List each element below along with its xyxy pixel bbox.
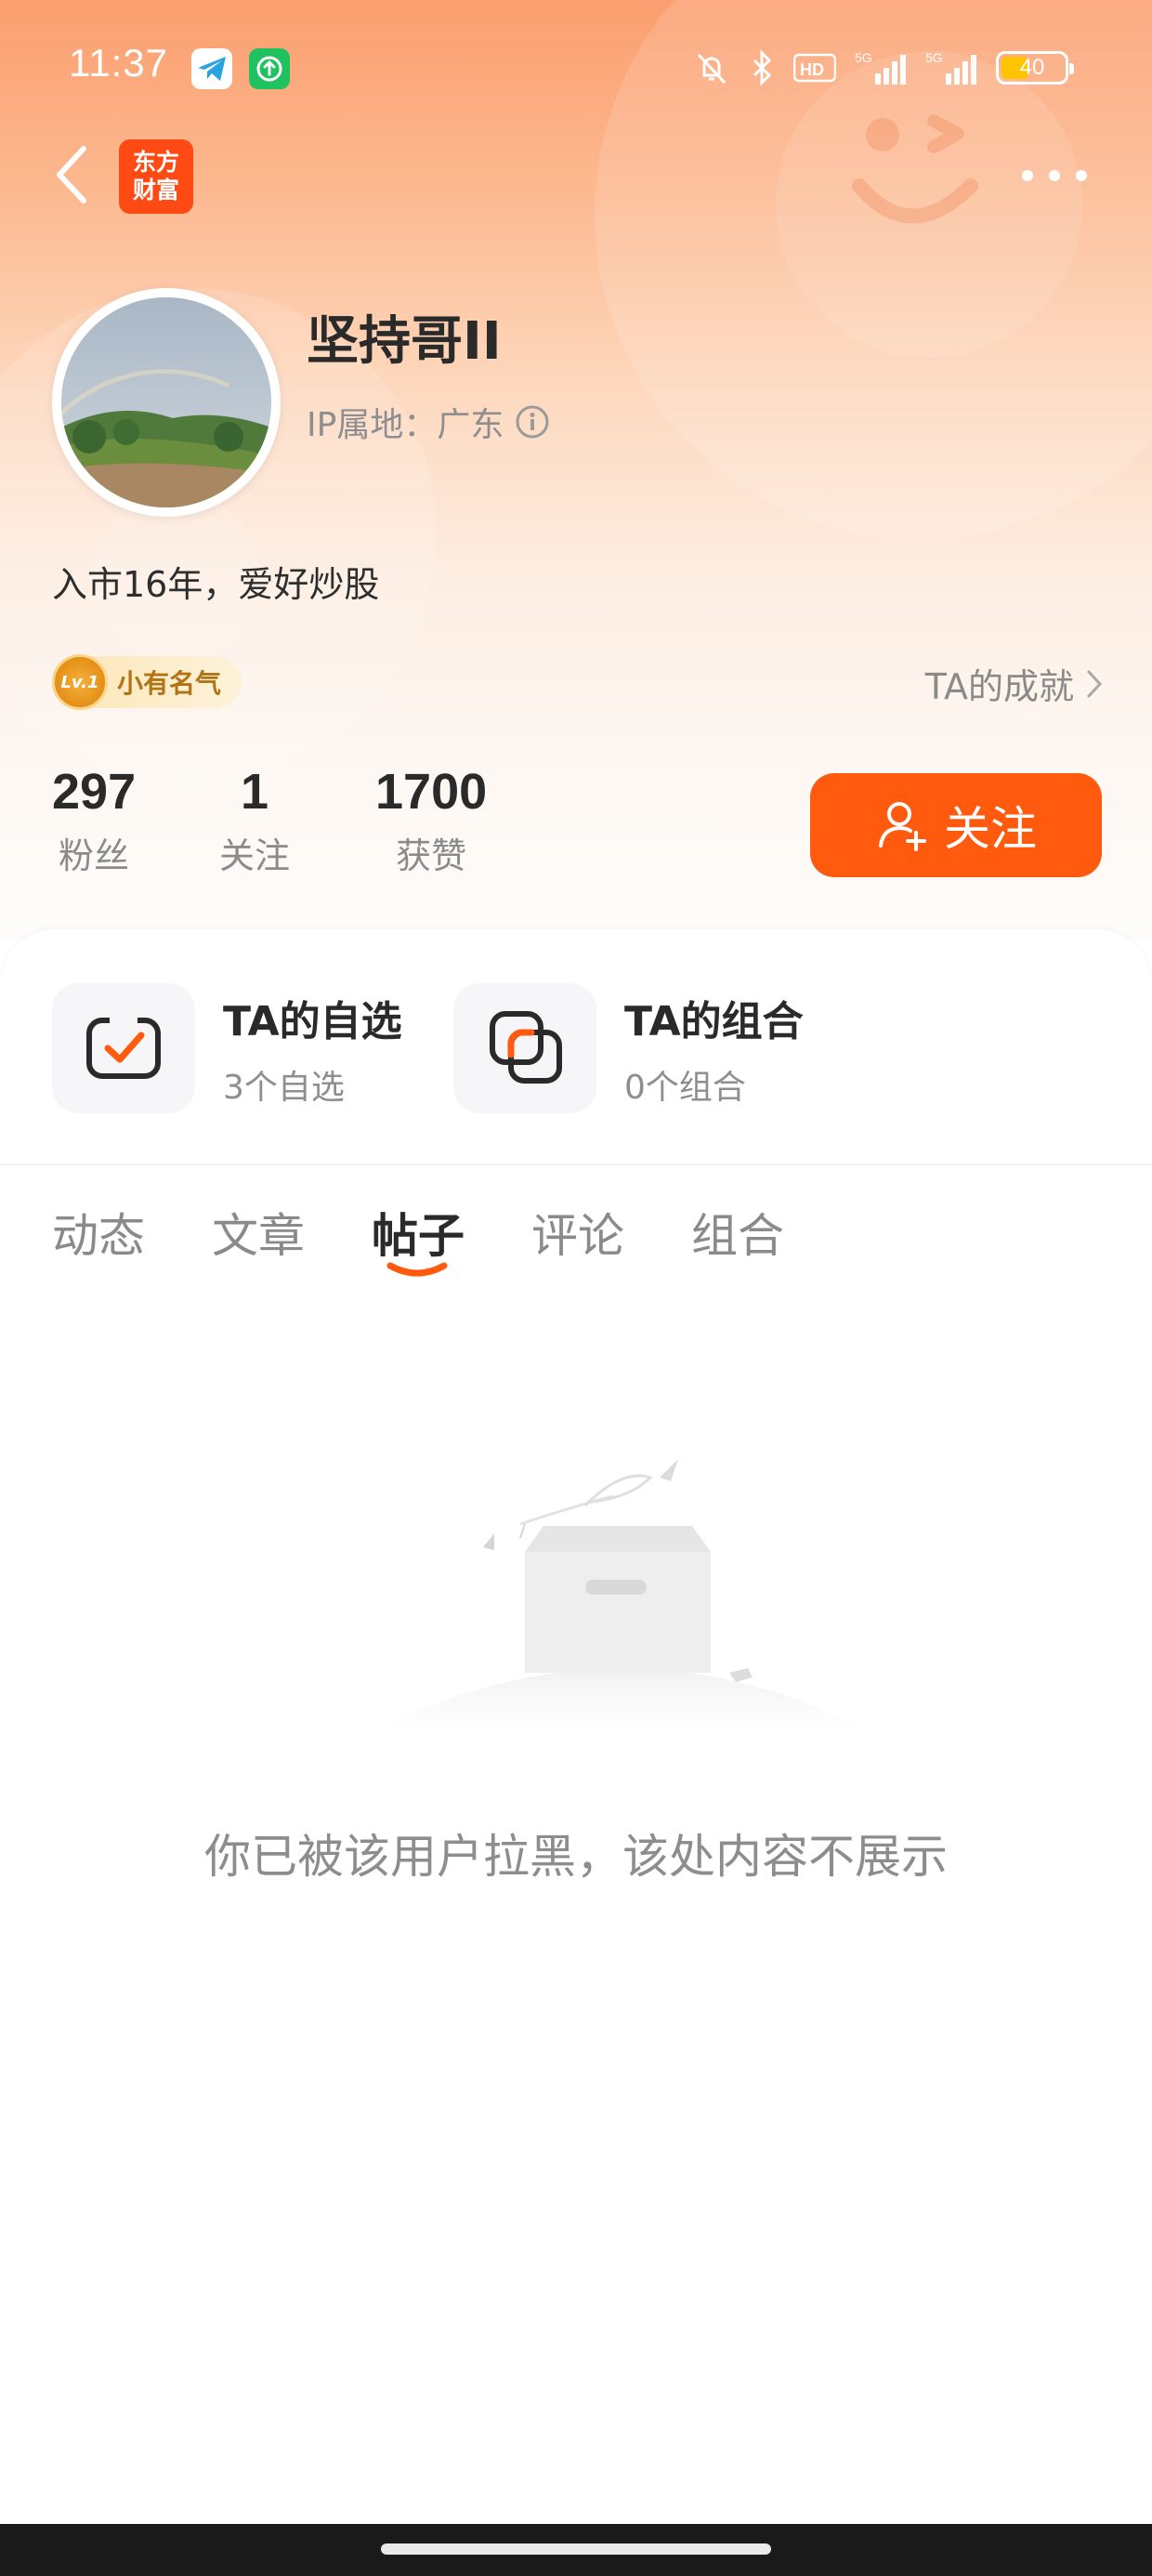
5g-signal-icon: 5G (925, 50, 976, 85)
upload-app-icon (249, 48, 290, 89)
info-icon[interactable] (515, 404, 550, 440)
more-dot (1022, 170, 1033, 181)
level-medal-icon: Lv.1 (52, 654, 108, 710)
more-dot (1049, 170, 1060, 181)
logo-text-line1: 东方 (132, 149, 179, 176)
status-bar: 11:37 HD 5G 5G 40 (0, 0, 1152, 139)
stat-following[interactable]: 1 关注 (219, 762, 290, 878)
status-time: 11:37 (69, 41, 168, 85)
combination-count: 0个组合 (624, 1069, 746, 1107)
battery-level: 40 (1019, 55, 1045, 80)
stat-fans[interactable]: 297 粉丝 (52, 762, 136, 878)
tab-dynamic[interactable]: 动态 (52, 1199, 145, 1266)
svg-text:5G: 5G (925, 50, 943, 65)
content-card (0, 929, 1152, 2576)
avatar[interactable] (52, 288, 281, 517)
tab-posts-label: 帖子 (372, 1209, 465, 1263)
user-bio: 入市16年，爱好炒股 (52, 564, 380, 605)
back-button[interactable] (46, 139, 102, 210)
stat-value: 1700 (375, 764, 488, 820)
logo-text-line2: 财富 (132, 177, 179, 204)
tab-combinations[interactable]: 组合 (691, 1199, 784, 1266)
tab-posts[interactable]: 帖子 (372, 1199, 465, 1277)
watchlist-icon-box (52, 983, 195, 1113)
more-button[interactable] (1022, 164, 1087, 188)
bluetooth-icon (753, 49, 772, 86)
follow-button-label: 关注 (944, 802, 1037, 856)
tab-comments[interactable]: 评论 (531, 1199, 624, 1266)
avatar-landscape-image (61, 297, 271, 507)
username: 坚持哥II (307, 311, 502, 372)
watchlist-title: TA的自选 (223, 998, 402, 1045)
stat-label: 粉丝 (59, 835, 130, 876)
combination-entry[interactable]: TA的组合 0个组合 (453, 983, 804, 1113)
checkmark-box-icon (86, 1015, 161, 1079)
stat-value: 297 (52, 764, 137, 820)
chevron-right-icon (1087, 670, 1103, 697)
mute-icon (697, 53, 727, 85)
user-plus-icon (879, 802, 926, 851)
content-tabs: 动态 文章 帖子 评论 组合 (52, 1199, 784, 1277)
level-badge-text: 小有名气 (117, 668, 222, 699)
level-badge[interactable]: Lv.1 小有名气 (52, 654, 242, 710)
telegram-icon (191, 48, 232, 89)
app-logo: 东方 财富 (119, 139, 193, 214)
watchlist-entry[interactable]: TA的自选 3个自选 (52, 983, 402, 1113)
more-dot (1076, 170, 1087, 181)
stat-label: 关注 (219, 835, 291, 876)
hd-icon: HD (793, 53, 836, 83)
section-divider (0, 1163, 1152, 1165)
status-icons: HD 5G 5G 40 (693, 46, 1074, 89)
ip-location-row: IP属地：广东 (307, 398, 550, 446)
level-icon-text: Lv.1 (60, 672, 99, 692)
battery-icon: 40 (996, 51, 1074, 85)
empty-box-illustration (381, 1459, 864, 1728)
5g-signal-icon: 5G (855, 50, 906, 85)
home-indicator[interactable] (381, 2543, 771, 2555)
active-tab-indicator (386, 1262, 448, 1277)
overlapping-squares-icon (490, 1011, 562, 1084)
stat-value: 1 (240, 764, 269, 820)
svg-text:HD: HD (800, 60, 824, 79)
ip-location: IP属地：广东 (307, 406, 504, 444)
tab-articles[interactable]: 文章 (212, 1199, 305, 1266)
achievements-link-label: TA的成就 (924, 666, 1074, 707)
follow-button[interactable]: 关注 (810, 773, 1102, 877)
achievements-link[interactable]: TA的成就 (925, 658, 1104, 709)
combination-icon-box (453, 983, 596, 1113)
blocked-message: 你已被该用户拉黑，该处内容不展示 (204, 1830, 948, 1884)
svg-text:5G: 5G (855, 50, 872, 65)
stat-label: 获赞 (396, 835, 467, 876)
stat-likes[interactable]: 1700 获赞 (375, 762, 487, 878)
combination-title: TA的组合 (624, 998, 804, 1045)
watchlist-count: 3个自选 (223, 1069, 345, 1107)
